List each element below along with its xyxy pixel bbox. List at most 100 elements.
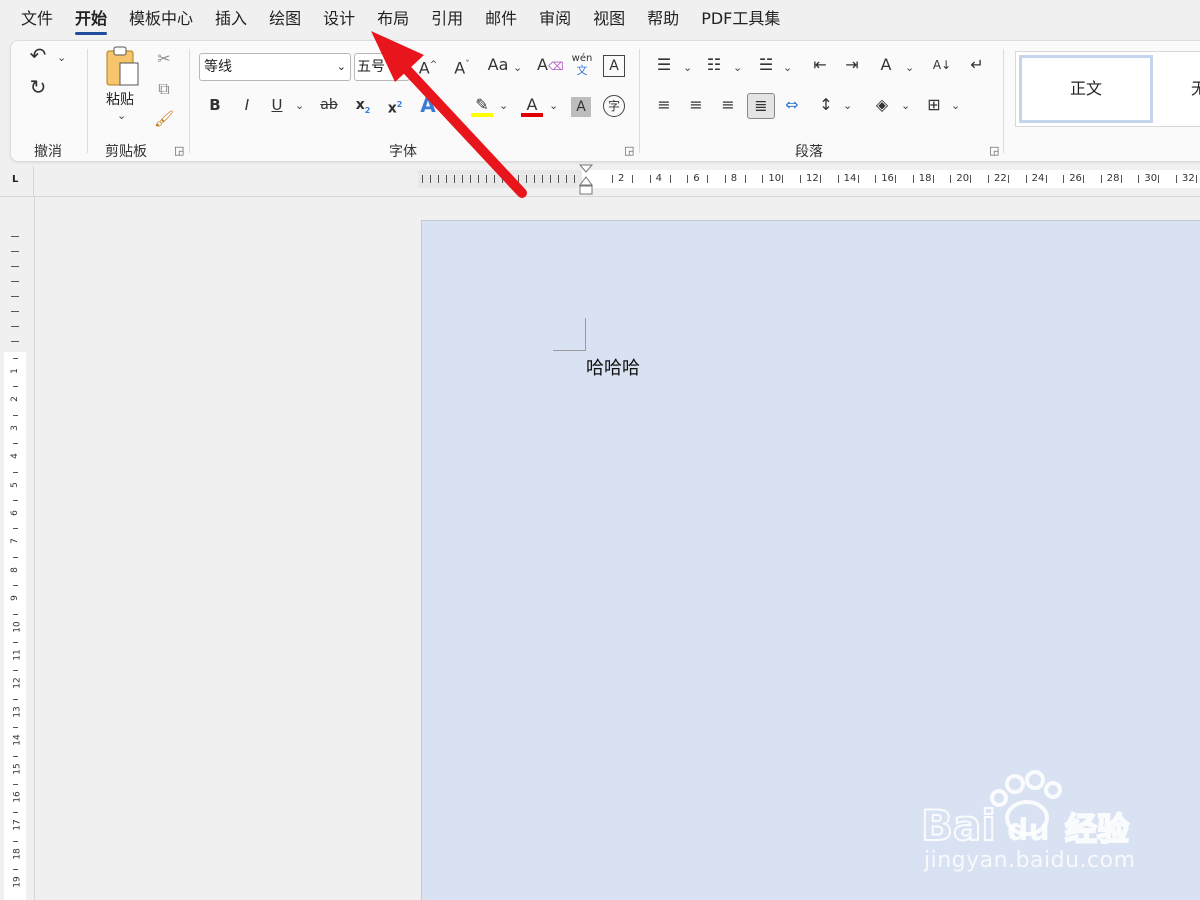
line-spacing-icon[interactable]: ↕ xyxy=(815,93,837,117)
paragraph-launcher-icon[interactable]: ◲ xyxy=(989,144,999,157)
redo-icon[interactable]: ↻ xyxy=(25,75,51,99)
font-color-dropdown-icon[interactable]: ⌄ xyxy=(549,99,558,113)
ruler-tick xyxy=(11,311,19,312)
borders-dropdown-icon[interactable]: ⌄ xyxy=(951,99,960,113)
shading-dropdown-icon[interactable]: ⌄ xyxy=(901,99,910,113)
numbering-icon[interactable]: ☷ xyxy=(703,53,725,77)
clipboard-launcher-icon[interactable]: ◲ xyxy=(174,144,184,157)
tab-pdf-tools[interactable]: PDF工具集 xyxy=(701,0,780,38)
ruler-number: 12 xyxy=(12,677,23,690)
text-direction-icon[interactable]: A xyxy=(875,53,897,77)
format-painter-icon[interactable]: 🖌 xyxy=(153,107,175,131)
underline-button[interactable]: U xyxy=(267,93,287,117)
ruler-tick xyxy=(430,175,431,183)
change-case-dropdown-icon[interactable]: ⌄ xyxy=(513,61,522,75)
borders-icon[interactable]: ⊞ xyxy=(923,93,945,117)
grow-font-icon[interactable]: A^ xyxy=(415,53,441,80)
tab-review[interactable]: 审阅 xyxy=(539,0,571,38)
paste-icon[interactable] xyxy=(103,45,143,89)
bullets-dropdown-icon[interactable]: ⌄ xyxy=(683,61,692,75)
style-no-spacing[interactable]: 无 xyxy=(1191,55,1200,123)
multilevel-list-icon[interactable]: ☱ xyxy=(755,53,777,77)
undo-icon[interactable]: ↶ xyxy=(25,43,51,67)
bold-button[interactable]: B xyxy=(205,93,225,117)
superscript-button[interactable]: x2 xyxy=(385,93,405,121)
font-launcher-icon[interactable]: ◲ xyxy=(624,144,634,157)
tab-design[interactable]: 设计 xyxy=(323,0,355,38)
align-center-icon[interactable]: ≡ xyxy=(685,93,707,117)
phonetic-guide-icon[interactable]: wén 文 xyxy=(569,53,595,77)
highlight-dropdown-icon[interactable]: ⌄ xyxy=(499,99,508,113)
ruler-number: 26 xyxy=(1069,173,1082,184)
font-name-select[interactable]: 等线 ⌄ xyxy=(199,53,351,81)
ruler-tick xyxy=(13,386,18,388)
distributed-icon[interactable]: ⇔ xyxy=(781,93,803,117)
ruler-number: 22 xyxy=(994,173,1007,184)
tab-home[interactable]: 开始 xyxy=(75,0,108,38)
paste-label[interactable]: 粘贴 xyxy=(106,89,134,109)
tab-references[interactable]: 引用 xyxy=(431,0,463,38)
ruler-tick xyxy=(574,175,575,183)
tab-layout[interactable]: 布局 xyxy=(377,0,409,38)
indent-marker-icon[interactable] xyxy=(578,163,594,197)
tab-insert[interactable]: 插入 xyxy=(215,0,247,38)
vertical-ruler[interactable]: 1 2 3 4 5 6 7 8 9 10 11 12 13 14 15 16 17 18 19 xyxy=(4,218,26,900)
ruler-tick xyxy=(13,698,18,700)
increase-indent-icon[interactable]: ⇥ xyxy=(841,53,863,77)
align-right-icon[interactable]: ≡ xyxy=(717,93,739,117)
ruler-tick xyxy=(1025,175,1027,183)
ruler-left-margin xyxy=(418,170,582,188)
justify-icon[interactable]: ≣ xyxy=(747,93,775,119)
ruler-tick xyxy=(566,175,567,183)
show-marks-icon[interactable]: ↵ xyxy=(965,53,989,77)
font-color-icon[interactable]: A xyxy=(521,93,543,117)
ruler-number: 15 xyxy=(12,762,23,775)
clear-formatting-icon[interactable]: A⌫ xyxy=(537,53,564,79)
numbering-dropdown-icon[interactable]: ⌄ xyxy=(733,61,742,75)
character-shading-icon[interactable]: A xyxy=(571,97,591,117)
sort-icon[interactable]: A↓ xyxy=(931,53,953,77)
tab-view[interactable]: 视图 xyxy=(593,0,625,38)
ruler-number: 16 xyxy=(881,173,894,184)
enclose-characters-icon[interactable]: 字 xyxy=(603,95,625,117)
cut-icon[interactable]: ✂ xyxy=(153,47,175,71)
italic-button[interactable]: I xyxy=(237,93,257,117)
highlight-icon[interactable]: ✎ xyxy=(471,93,493,117)
tab-file[interactable]: 文件 xyxy=(21,0,53,38)
copy-icon[interactable]: ⧉ xyxy=(153,77,175,101)
multilevel-list-dropdown-icon[interactable]: ⌄ xyxy=(783,61,792,75)
document-text[interactable]: 哈哈哈 xyxy=(586,354,640,380)
ruler-tick xyxy=(542,175,543,183)
paste-dropdown-icon[interactable]: ⌄ xyxy=(117,109,126,123)
align-left-icon[interactable]: ≡ xyxy=(653,93,675,117)
tab-draw[interactable]: 绘图 xyxy=(269,0,301,38)
ruler-tick xyxy=(762,175,764,183)
ruler-number: 6 xyxy=(9,510,20,516)
ruler-tick xyxy=(1100,175,1102,183)
ruler-corner[interactable]: L xyxy=(0,166,34,196)
tab-template-center[interactable]: 模板中心 xyxy=(129,0,193,38)
shading-icon[interactable]: ◈ xyxy=(871,93,893,117)
text-effects-icon[interactable]: A xyxy=(417,93,439,117)
text-direction-dropdown-icon[interactable]: ⌄ xyxy=(905,61,914,75)
tab-mailings[interactable]: 邮件 xyxy=(485,0,517,38)
tab-help[interactable]: 帮助 xyxy=(647,0,679,38)
undo-dropdown-icon[interactable]: ⌄ xyxy=(57,51,66,65)
change-case-icon[interactable]: Aa xyxy=(483,53,513,77)
ruler-tick xyxy=(13,414,18,416)
ruler-tick xyxy=(687,175,689,183)
character-border-icon[interactable]: A xyxy=(603,55,625,77)
ruler-number: 16 xyxy=(12,791,23,803)
ruler-number: 20 xyxy=(956,173,970,184)
ruler-tick xyxy=(1158,175,1160,183)
bullets-icon[interactable]: ☰ xyxy=(653,53,675,77)
ruler-tick xyxy=(837,175,839,183)
font-size-select[interactable]: 五号 xyxy=(354,53,410,81)
strikethrough-button[interactable]: ab xyxy=(317,93,341,117)
decrease-indent-icon[interactable]: ⇤ xyxy=(809,53,831,77)
style-normal[interactable]: 正文 xyxy=(1019,55,1153,123)
shrink-font-icon[interactable]: Aˇ xyxy=(449,53,475,80)
underline-dropdown-icon[interactable]: ⌄ xyxy=(295,99,304,113)
line-spacing-dropdown-icon[interactable]: ⌄ xyxy=(843,99,852,113)
subscript-button[interactable]: x2 xyxy=(353,93,373,123)
